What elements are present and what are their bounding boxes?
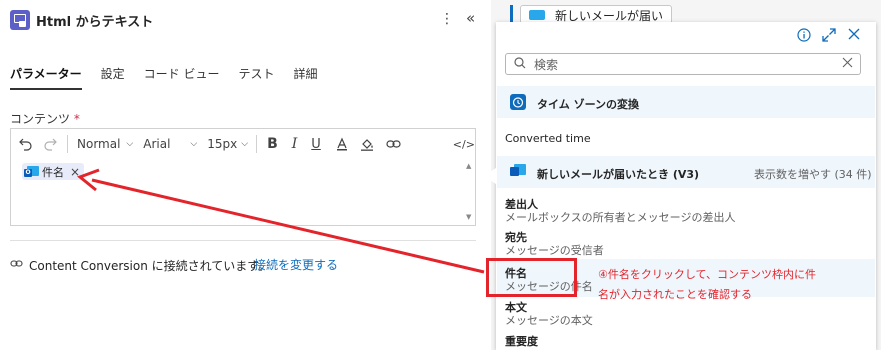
annotation-arrow xyxy=(77,168,485,274)
arrow-line xyxy=(91,178,485,274)
